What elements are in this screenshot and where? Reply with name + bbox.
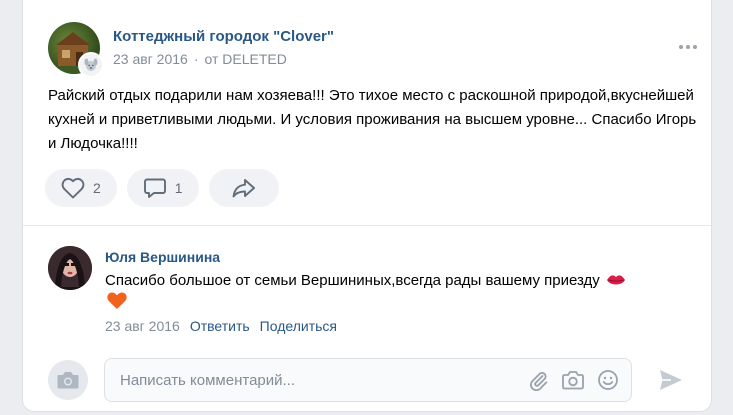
comment-input[interactable] <box>105 359 527 401</box>
like-button[interactable]: 2 <box>45 169 117 207</box>
orange-heart-emoji-icon <box>107 292 127 309</box>
post-actions: 2 1 <box>45 169 279 207</box>
commenter-name-link[interactable]: Юля Вершинина <box>105 249 220 265</box>
comment-button[interactable]: 1 <box>126 169 199 207</box>
group-name-link[interactable]: Коттеджный городок "Clover" <box>113 28 334 45</box>
post-text: Райский отдых подарили нам хозяева!!! Эт… <box>48 87 697 152</box>
paperclip-icon[interactable] <box>527 369 549 391</box>
more-dots-icon[interactable] <box>679 42 703 52</box>
send-icon[interactable] <box>658 368 684 397</box>
deleted-user-badge <box>78 52 104 78</box>
input-icons <box>527 369 631 391</box>
lips-emoji-icon <box>606 275 625 285</box>
comment-icon <box>143 178 166 198</box>
share-button[interactable] <box>208 169 279 207</box>
like-count: 2 <box>93 180 101 196</box>
share-arrow-icon <box>232 179 255 198</box>
comment-text-block: Спасибо большое от семьи Вершининых,всег… <box>105 270 705 314</box>
group-avatar[interactable] <box>48 22 104 78</box>
camera-icon <box>57 372 79 389</box>
commenter-avatar[interactable] <box>48 246 92 290</box>
comment-input-box <box>104 358 632 402</box>
comment-composer <box>48 358 688 402</box>
photo-attach-icon[interactable] <box>561 369 585 391</box>
post-date[interactable]: 23 авг 2016 <box>113 51 188 67</box>
divider <box>23 225 711 226</box>
comment-meta: 23 авг 2016 Ответить Поделиться <box>105 318 337 334</box>
post-source: от DELETED <box>204 51 287 67</box>
meta-separator: · <box>193 51 199 67</box>
comment-count: 1 <box>174 180 183 196</box>
comment-date[interactable]: 23 авг 2016 <box>105 318 180 334</box>
reply-link[interactable]: Ответить <box>190 318 250 334</box>
post-header: Коттеджный городок "Clover" 23 авг 2016 ·… <box>48 18 697 78</box>
heart-icon <box>61 177 85 199</box>
dog-icon <box>84 58 98 71</box>
share-comment-link[interactable]: Поделиться <box>260 318 337 334</box>
post-card: Коттеджный городок "Clover" 23 авг 2016 ·… <box>22 0 712 412</box>
comment-text: Спасибо большое от семьи Вершининых,всег… <box>105 272 600 289</box>
my-avatar-placeholder[interactable] <box>48 360 88 400</box>
post-meta: 23 авг 2016 · от DELETED <box>113 51 287 67</box>
smile-icon[interactable] <box>597 369 619 391</box>
